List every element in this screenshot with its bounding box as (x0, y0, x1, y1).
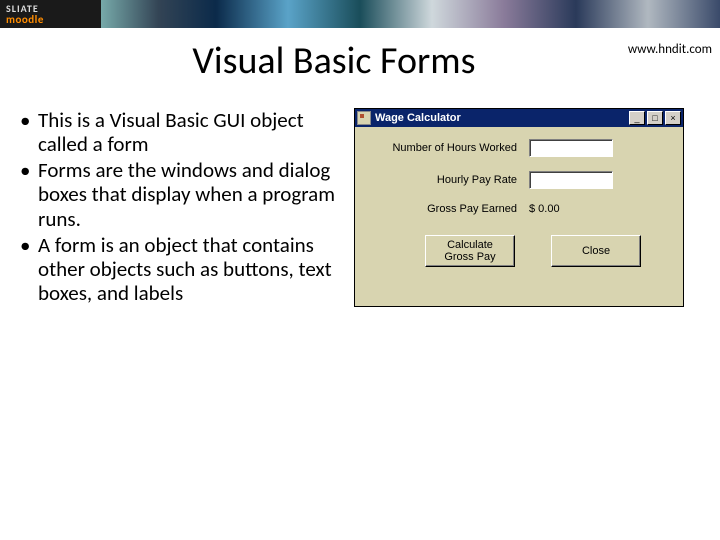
calculate-button[interactable]: Calculate Gross Pay (425, 235, 515, 267)
label-rate: Hourly Pay Rate (369, 174, 529, 186)
value-gross: $ 0.00 (529, 203, 560, 215)
bullet-list: This is a Visual Basic GUI object called… (20, 108, 340, 307)
minimize-button[interactable]: _ (629, 111, 645, 125)
banner-line1: SLIATE (6, 4, 44, 14)
app-icon (357, 111, 371, 125)
content-row: This is a Visual Basic GUI object called… (0, 84, 720, 307)
close-window-button[interactable]: × (665, 111, 681, 125)
top-banner: SLIATE moodle (0, 0, 720, 28)
window-controls: _ □ × (629, 111, 681, 125)
input-hours[interactable] (529, 139, 613, 157)
row-gross: Gross Pay Earned $ 0.00 (369, 203, 669, 215)
input-rate[interactable] (529, 171, 613, 189)
banner-line2: moodle (6, 14, 44, 25)
vb-form-window: Wage Calculator _ □ × Number of Hours Wo… (354, 108, 684, 307)
maximize-button[interactable]: □ (647, 111, 663, 125)
form-body: Number of Hours Worked Hourly Pay Rate G… (355, 127, 683, 281)
bullet-item: This is a Visual Basic GUI object called… (20, 108, 340, 156)
label-gross: Gross Pay Earned (369, 203, 529, 215)
titlebar[interactable]: Wage Calculator _ □ × (355, 109, 683, 127)
header-row: Visual Basic Forms www.hndit.com (0, 28, 720, 84)
row-rate: Hourly Pay Rate (369, 171, 669, 189)
close-button[interactable]: Close (551, 235, 641, 267)
window-title: Wage Calculator (375, 112, 629, 124)
site-url: www.hndit.com (628, 34, 712, 57)
slide-title: Visual Basic Forms (0, 34, 628, 84)
label-hours: Number of Hours Worked (369, 142, 529, 154)
row-hours: Number of Hours Worked (369, 139, 669, 157)
bullet-item: A form is an object that contains other … (20, 233, 340, 305)
button-row: Calculate Gross Pay Close (369, 229, 669, 267)
bullet-item: Forms are the windows and dialog boxes t… (20, 158, 340, 230)
banner-logo: SLIATE moodle (0, 4, 44, 25)
